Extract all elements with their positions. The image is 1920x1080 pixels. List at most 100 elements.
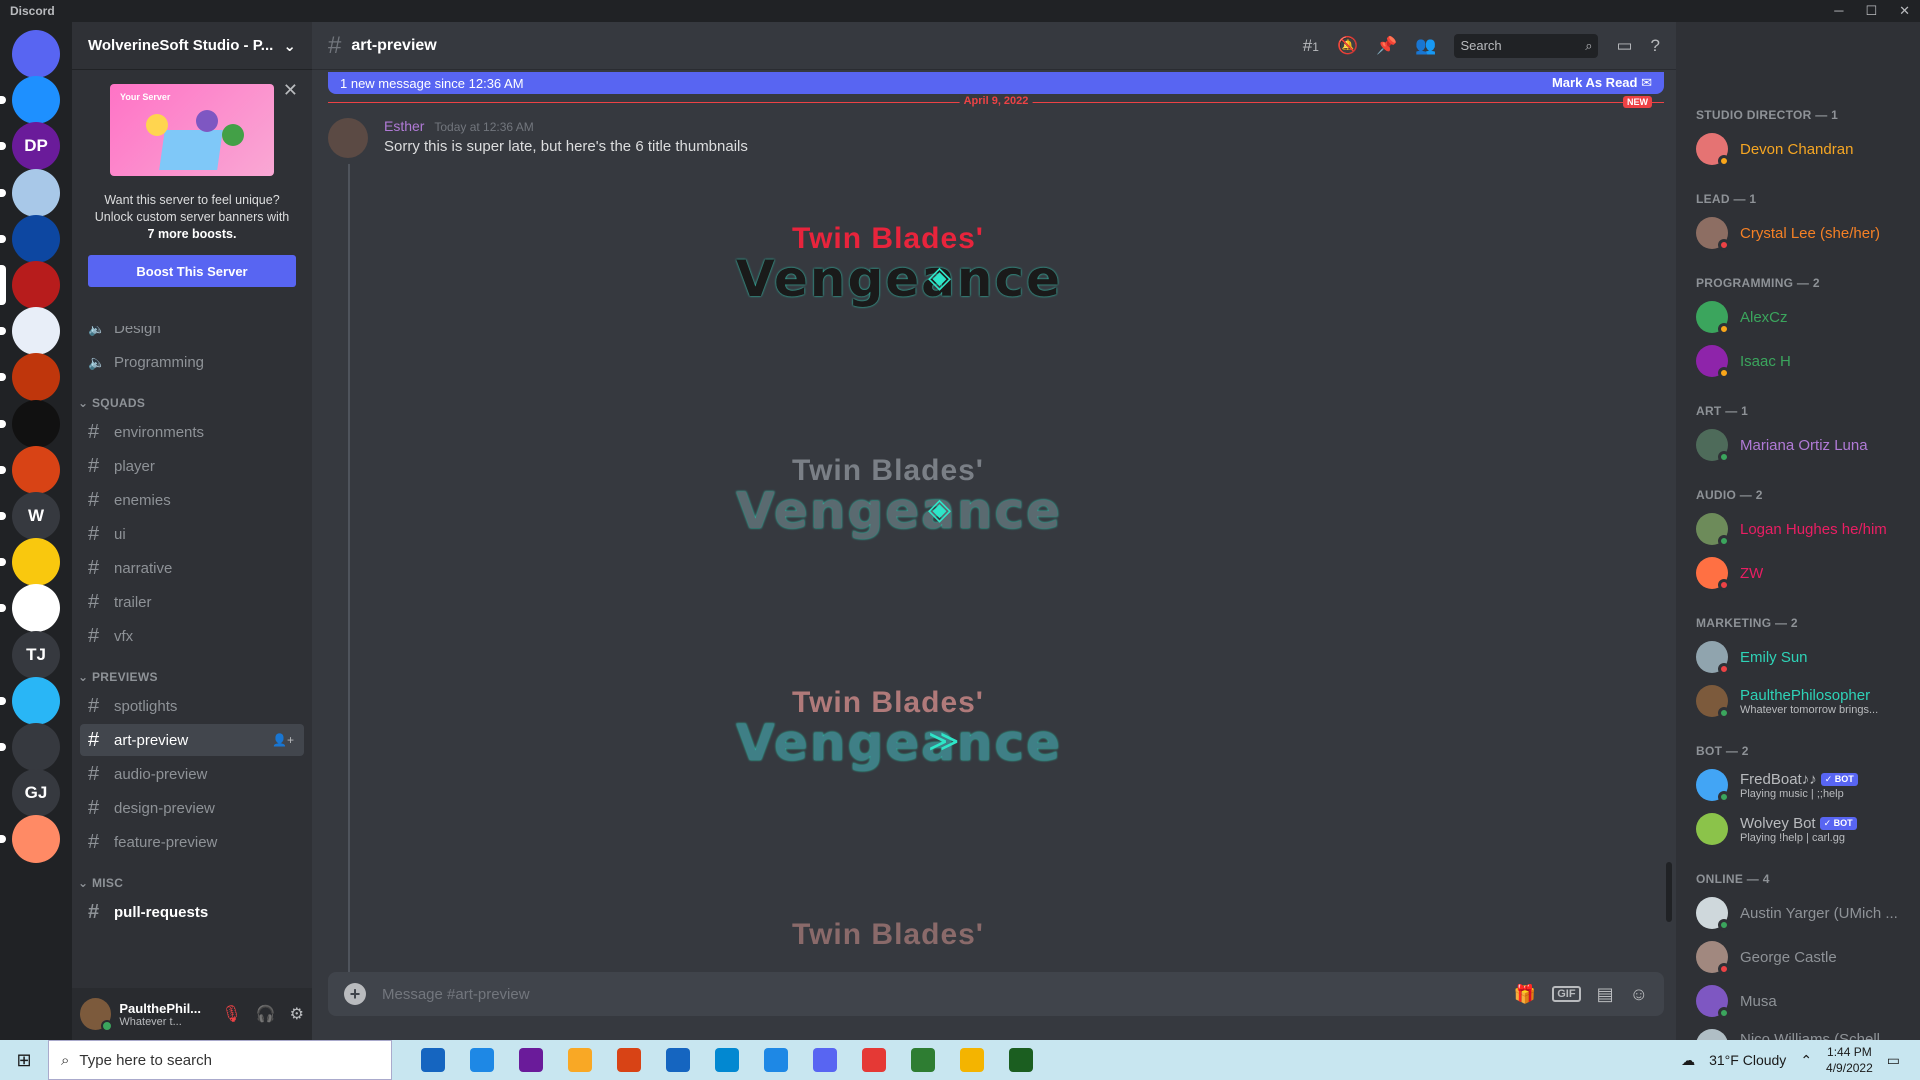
server-icon[interactable] (0, 538, 60, 587)
channel-trailer[interactable]: # trailer (80, 586, 304, 618)
member-item[interactable]: PaulthePhilosopher Whatever tomorrow brin… (1696, 680, 1916, 722)
server-icon[interactable] (0, 168, 60, 217)
server-icon[interactable]: W (0, 492, 60, 540)
gear-icon[interactable]: ⚙ (290, 1004, 304, 1024)
channel-pull-requests[interactable]: # pull-requests (80, 896, 304, 928)
avatar[interactable] (328, 118, 368, 158)
channel-art-preview[interactable]: # art-preview 👤+ (80, 724, 304, 756)
inbox-icon[interactable]: ▭ (1616, 36, 1632, 56)
server-icon[interactable]: GJ (12, 769, 60, 818)
member-item[interactable]: ZW (1696, 552, 1916, 594)
member-item[interactable]: FredBoat♪♪ ✓ BOT Playing music | ;;help (1696, 764, 1916, 806)
server-icon[interactable] (0, 445, 60, 494)
server-icon[interactable] (0, 307, 60, 356)
server-icon[interactable] (0, 676, 60, 725)
member-list-icon[interactable]: 👥 (1415, 36, 1436, 56)
member-item[interactable]: Logan Hughes he/him (1696, 508, 1916, 550)
server-icon[interactable] (0, 353, 60, 402)
taskbar-search-input[interactable]: ⌕ Type here to search (48, 1040, 392, 1080)
taskbar-app-icon[interactable] (702, 1040, 751, 1080)
gift-icon[interactable]: 🎁 (1514, 984, 1536, 1005)
channel-design-preview[interactable]: # design-preview (80, 792, 304, 824)
taskbar-app-icon[interactable] (506, 1040, 555, 1080)
server-icon[interactable] (0, 76, 60, 125)
voice-channel[interactable]: 🔈 Programming (80, 346, 304, 378)
help-icon[interactable]: ? (1651, 36, 1660, 56)
discord-home-icon[interactable] (12, 30, 60, 78)
title-thumbnail[interactable]: Twin Blades' Vengeance ◈ (732, 454, 1072, 550)
taskbar-app-icon[interactable] (604, 1040, 653, 1080)
close-icon[interactable]: ✕ (283, 80, 298, 101)
close-window-button[interactable]: ✕ (1899, 3, 1910, 19)
search-input[interactable]: Search ⌕ (1454, 33, 1599, 58)
chevron-up-icon[interactable]: ⌃ (1800, 1052, 1812, 1069)
channel-feature-preview[interactable]: # feature-preview (80, 826, 304, 858)
server-icon[interactable] (0, 261, 60, 309)
server-icon[interactable] (0, 214, 60, 263)
member-item[interactable]: Emily Sun (1696, 636, 1916, 678)
scrollbar[interactable] (1666, 862, 1672, 922)
taskbar-app-icon[interactable] (849, 1040, 898, 1080)
server-icon[interactable]: DP (0, 122, 60, 171)
member-item[interactable]: Musa (1696, 980, 1916, 1022)
member-item[interactable]: Nico Williams (Schell ..."We are what th… (1696, 1024, 1916, 1040)
member-item[interactable]: Isaac H (1696, 340, 1916, 382)
weather-text[interactable]: 31°F Cloudy (1709, 1052, 1786, 1068)
server-icon[interactable] (0, 723, 60, 771)
server-header[interactable]: WolverineSoft Studio - P... ⌄ (72, 22, 312, 70)
member-item[interactable]: Devon Chandran (1696, 128, 1916, 170)
taskbar-app-icon[interactable] (555, 1040, 604, 1080)
taskbar-app-icon[interactable] (800, 1040, 849, 1080)
taskbar-app-icon[interactable] (898, 1040, 947, 1080)
member-item[interactable]: Austin Yarger (UMich ... (1696, 892, 1916, 934)
notification-muted-icon[interactable]: 🔕 (1337, 36, 1358, 56)
new-messages-bar[interactable]: 1 new message since 12:36 AM Mark As Rea… (328, 72, 1664, 94)
mark-as-read-button[interactable]: Mark As Read ✉ (1552, 75, 1652, 91)
microphone-muted-icon[interactable]: 🎙 (221, 1004, 241, 1024)
sticker-icon[interactable]: ▤ (1597, 984, 1614, 1005)
emoji-icon[interactable]: ☺ (1630, 984, 1648, 1005)
title-thumbnail[interactable]: Twin Blades' Vengeance ≫ (732, 686, 1072, 782)
server-icon[interactable] (0, 584, 60, 633)
message-input[interactable]: Message #art-preview (382, 986, 530, 1003)
minimize-button[interactable]: ─ (1834, 3, 1843, 19)
add-attachment-icon[interactable]: + (344, 983, 366, 1005)
channel-environments[interactable]: # environments (80, 416, 304, 448)
taskbar-app-icon[interactable] (947, 1040, 996, 1080)
clock[interactable]: 1:44 PM 4/9/2022 (1826, 1044, 1873, 1076)
message-author[interactable]: Esther (384, 118, 424, 134)
add-member-icon[interactable]: 👤+ (272, 733, 294, 747)
title-thumbnail[interactable]: Twin Blades' Vengeance ◈ (732, 222, 1072, 318)
maximize-button[interactable]: ☐ (1865, 3, 1877, 19)
channel-ui[interactable]: # ui (80, 518, 304, 550)
taskbar-app-icon[interactable] (408, 1040, 457, 1080)
server-icon[interactable]: TJ (12, 630, 60, 679)
user-info[interactable]: PaulthePhil... Whatever t... (119, 1001, 221, 1028)
voice-channel[interactable]: 🔈 Design (80, 326, 304, 344)
channel-spotlights[interactable]: # spotlights (80, 690, 304, 722)
windows-start-icon[interactable]: ⊞ (0, 1040, 48, 1080)
pin-icon[interactable]: 📌 (1376, 36, 1397, 56)
channel-player[interactable]: # player (80, 450, 304, 482)
avatar[interactable] (80, 998, 114, 1032)
server-icon[interactable] (0, 399, 60, 448)
taskbar-app-icon[interactable] (457, 1040, 506, 1080)
message-composer[interactable]: + Message #art-preview 🎁 GIF ▤ ☺ (328, 972, 1664, 1016)
taskbar-app-icon[interactable] (653, 1040, 702, 1080)
member-item[interactable]: Crystal Lee (she/her) (1696, 212, 1916, 254)
headphones-icon[interactable]: 🎧 (256, 1004, 276, 1024)
channel-category[interactable]: ⌄ PREVIEWS (78, 670, 158, 684)
member-item[interactable]: AlexCz (1696, 296, 1916, 338)
channel-category[interactable]: ⌄ SQUADS (78, 396, 145, 410)
channel-audio-preview[interactable]: # audio-preview (80, 758, 304, 790)
member-item[interactable]: Mariana Ortiz Luna (1696, 424, 1916, 466)
channel-vfx[interactable]: # vfx (80, 620, 304, 652)
channel-category[interactable]: ⌄ MISC (78, 876, 123, 890)
gif-icon[interactable]: GIF (1552, 986, 1581, 1002)
server-icon[interactable] (0, 815, 60, 864)
taskbar-app-icon[interactable] (996, 1040, 1045, 1080)
threads-button[interactable]: #1 (1303, 36, 1319, 56)
channel-narrative[interactable]: # narrative (80, 552, 304, 584)
member-item[interactable]: George Castle (1696, 936, 1916, 978)
boost-server-button[interactable]: Boost This Server (88, 255, 296, 287)
